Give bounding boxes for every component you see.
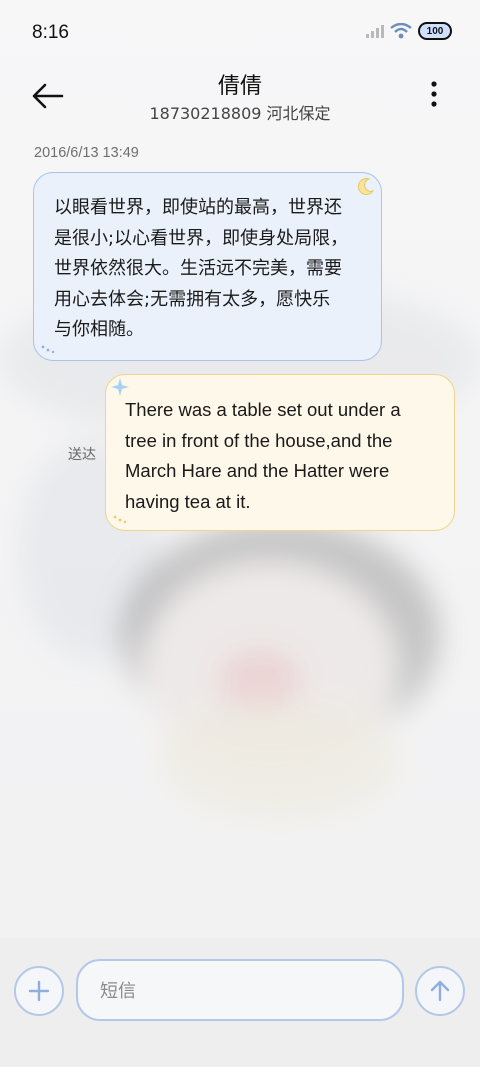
contact-phone-location: 18730218809 河北保定 (149, 104, 331, 123)
received-message-line: 与你相随。 (54, 319, 144, 340)
moon-icon (357, 178, 375, 195)
add-attachment-button[interactable] (14, 966, 64, 1016)
status-bar: 8:16 100 (0, 0, 480, 68)
status-time: 8:16 (32, 22, 69, 43)
message-input-placeholder: 短信 (100, 981, 136, 1002)
plus-icon (28, 980, 50, 1002)
received-message-line: 是很小;以心看世界，即使身处局限， (54, 227, 349, 249)
status-icons: 100 (366, 22, 452, 40)
sms-conversation-screen: 8:16 100 倩倩 18730218809 河北保定 2016/6/13 1… (0, 0, 480, 1067)
conversation-header: 倩倩 18730218809 河北保定 (0, 66, 480, 136)
received-message-line: 世界依然很大。生活远不完美，需要 (54, 258, 342, 279)
battery-icon: 100 (418, 22, 452, 40)
contact-name: 倩倩 (217, 74, 262, 99)
received-message-line: 以眼看世界，即使站的最高，世界还 (54, 197, 342, 218)
send-button[interactable] (415, 966, 465, 1016)
message-timestamp: 2016/6/13 13:49 (34, 145, 139, 161)
more-vertical-icon[interactable] (422, 78, 446, 114)
received-message-bubble[interactable]: 以眼看世界，即使站的最高，世界还 是很小;以心看世界，即使身处局限， 世界依然很… (33, 172, 382, 361)
dots-decoration-icon (113, 515, 127, 524)
compose-bar: 短信 (0, 938, 480, 1067)
sparkle-icon (111, 378, 129, 396)
sent-message-line: There was a table set out under a (125, 399, 401, 420)
received-message-line: 用心去体会;无需拥有太多，愿快乐 (54, 288, 331, 310)
sent-message-line: March Hare and the Hatter were (125, 460, 390, 481)
wifi-icon (390, 23, 412, 39)
battery-level: 100 (426, 25, 444, 37)
dots-decoration-icon (41, 345, 55, 354)
sent-message-line: tree in front of the house,and the (125, 429, 393, 451)
send-arrow-icon (430, 980, 450, 1002)
sent-message-line: having tea at it. (125, 490, 251, 512)
message-input[interactable]: 短信 (76, 959, 404, 1021)
delivery-status: 送达 (68, 447, 96, 463)
sent-message-bubble[interactable]: There was a table set out under a tree i… (105, 374, 455, 531)
signal-icon (366, 25, 384, 38)
